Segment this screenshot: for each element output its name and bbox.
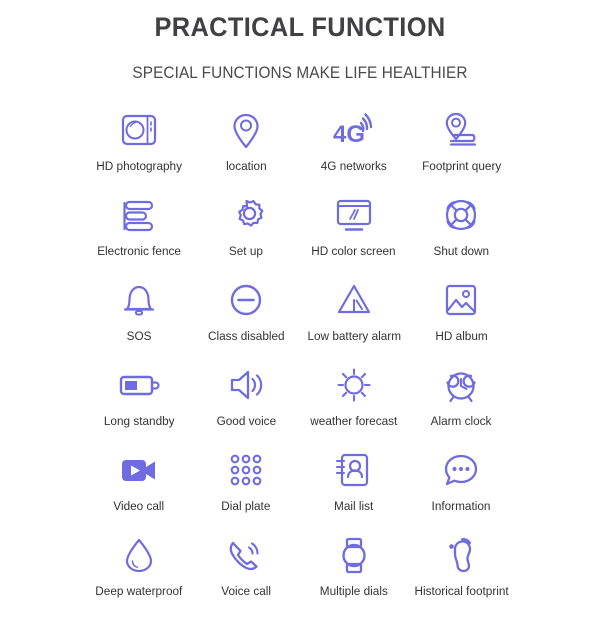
feature-item-sos[interactable]: SOS <box>85 279 193 364</box>
bell-icon <box>118 279 160 323</box>
feature-item-multiple-dials[interactable]: Multiple dials <box>300 534 408 619</box>
feature-item-footprint-query[interactable]: Footprint query <box>408 109 516 194</box>
feature-item-voice-call[interactable]: Voice call <box>193 534 301 619</box>
warning-triangle-icon <box>332 279 376 323</box>
feature-label: Deep waterproof <box>95 584 183 598</box>
feature-label: weather forecast <box>310 414 398 428</box>
feature-label: Dial plate <box>221 499 271 513</box>
feature-label: HD photography <box>95 159 182 173</box>
feature-item-good-voice[interactable]: Good voice <box>193 364 301 449</box>
feature-label: Class disabled <box>207 329 285 343</box>
feature-item-alarm-clock[interactable]: Alarm clock <box>408 364 516 449</box>
feature-label: Multiple dials <box>319 584 388 598</box>
feature-item-hd-album[interactable]: HD album <box>408 279 516 364</box>
battery-icon <box>116 364 162 408</box>
4g-badge-text: 4G <box>333 121 365 148</box>
feature-item-information[interactable]: Information <box>408 449 516 534</box>
feature-item-long-standby[interactable]: Long standby <box>85 364 193 449</box>
feature-label: HD color screen <box>311 244 396 258</box>
feature-item-location[interactable]: location <box>193 109 301 194</box>
feature-item-weather-forecast[interactable]: weather forecast <box>300 364 408 449</box>
feature-item-class-disabled[interactable]: Class disabled <box>193 279 301 364</box>
watch-icon <box>333 534 375 578</box>
feature-label: Historical footprint <box>414 584 509 598</box>
stacked-bars-icon <box>118 194 160 238</box>
feature-label: Video call <box>113 499 165 513</box>
feature-label: SOS <box>126 329 152 343</box>
camera-icon <box>118 109 160 153</box>
feature-item-low-battery-alarm[interactable]: Low battery alarm <box>300 279 408 364</box>
feature-label: Electronic fence <box>96 244 181 258</box>
feature-item-deep-waterproof[interactable]: Deep waterproof <box>85 534 193 619</box>
contact-book-icon <box>333 449 375 493</box>
minus-circle-icon <box>225 279 267 323</box>
feature-item-electronic-fence[interactable]: Electronic fence <box>85 194 193 279</box>
feature-label: Voice call <box>221 584 272 598</box>
feature-item-historical-footprint[interactable]: Historical footprint <box>408 534 516 619</box>
feature-item-4g-networks[interactable]: 4G 4G networks <box>300 109 408 194</box>
chat-bubble-icon <box>440 449 482 493</box>
feature-label: HD album <box>435 329 488 343</box>
gear-icon <box>225 194 267 238</box>
practical-function-page: PRACTICAL FUNCTION SPECIAL FUNCTIONS MAK… <box>0 0 600 600</box>
feature-label: Shut down <box>433 244 490 258</box>
feature-label: Long standby <box>103 414 175 428</box>
feature-item-video-call[interactable]: Video call <box>85 449 193 534</box>
life-ring-icon <box>440 194 482 238</box>
video-camera-icon <box>116 449 162 493</box>
feature-item-dial-plate[interactable]: Dial plate <box>193 449 301 534</box>
feature-label: Good voice <box>216 414 277 428</box>
feature-grid: HD photography location 4G 4G networks F… <box>85 109 515 619</box>
page-header: PRACTICAL FUNCTION SPECIAL FUNCTIONS MAK… <box>0 0 600 83</box>
page-title: PRACTICAL FUNCTION <box>154 12 446 42</box>
sun-icon <box>332 364 376 408</box>
feature-label: Mail list <box>334 499 374 513</box>
alarm-clock-icon <box>439 364 483 408</box>
water-drop-icon <box>118 534 160 578</box>
feature-label: Information <box>431 499 491 513</box>
footprint-icon <box>439 534 483 578</box>
4g-signal-icon: 4G <box>329 109 379 153</box>
feature-label: 4G networks <box>320 159 387 173</box>
footprint-query-icon <box>439 109 483 153</box>
feature-item-set-up[interactable]: Set up <box>193 194 301 279</box>
feature-item-hd-photography[interactable]: HD photography <box>85 109 193 194</box>
page-subtitle: SPECIAL FUNCTIONS MAKE LIFE HEALTHIER <box>132 64 468 82</box>
phone-call-icon <box>224 534 268 578</box>
feature-item-hd-color-screen[interactable]: HD color screen <box>300 194 408 279</box>
feature-item-mail-list[interactable]: Mail list <box>300 449 408 534</box>
feature-label: Footprint query <box>421 159 501 173</box>
monitor-icon <box>332 194 376 238</box>
feature-label: Set up <box>229 244 264 258</box>
map-pin-icon <box>225 109 267 153</box>
feature-label: Low battery alarm <box>306 329 401 343</box>
feature-item-shut-down[interactable]: Shut down <box>408 194 516 279</box>
feature-label: location <box>225 159 267 173</box>
speaker-icon <box>224 364 268 408</box>
feature-label: Alarm clock <box>430 414 492 428</box>
photo-album-icon <box>440 279 482 323</box>
dialpad-icon <box>225 449 267 493</box>
